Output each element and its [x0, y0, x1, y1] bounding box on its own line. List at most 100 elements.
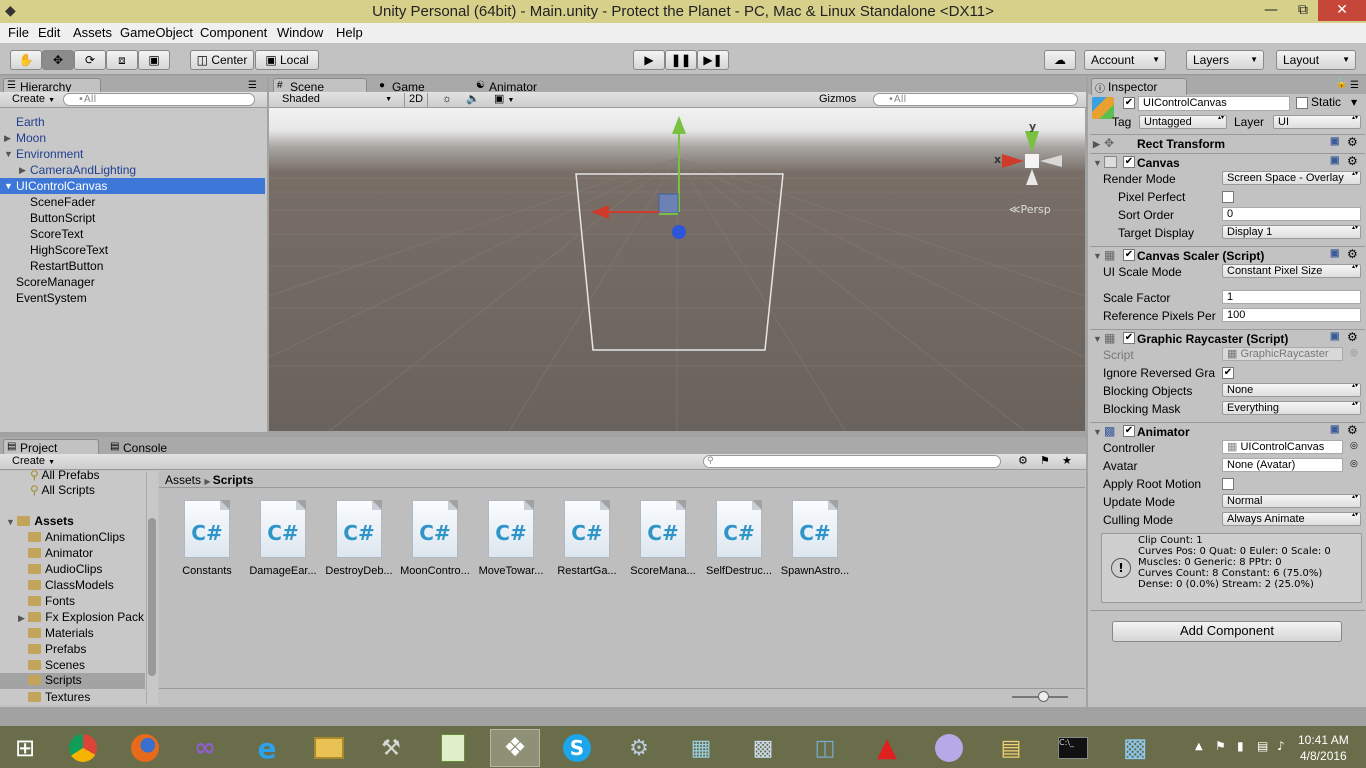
folder-classmodels[interactable]: ClassModels	[28, 578, 114, 592]
object-picker-icon[interactable]: ◎	[1350, 459, 1358, 469]
audio-toggle-icon[interactable]: 🔈	[462, 93, 482, 107]
apply-root-motion-checkbox[interactable]	[1222, 478, 1234, 490]
breadcrumb-scripts[interactable]: Scripts	[213, 473, 254, 487]
rect-transform-header[interactable]: ▶ ✥ Rect Transform ▣ ⚙	[1090, 134, 1365, 151]
add-component-button[interactable]: Add Component	[1112, 621, 1342, 642]
canvas-scaler-header[interactable]: ▼ ▦ ✔ Canvas Scaler (Script) ▣ ⚙	[1090, 246, 1365, 263]
collapse-arrow-icon[interactable]: ▼	[1093, 334, 1102, 344]
target-display-dropdown[interactable]: Display 1	[1222, 225, 1361, 239]
script-object-field[interactable]: ▦ GraphicRaycaster	[1222, 347, 1343, 361]
play-button[interactable]: ▶	[633, 50, 665, 70]
menu-assets[interactable]: Assets	[73, 25, 112, 40]
folder-audioclips[interactable]: AudioClips	[28, 562, 102, 576]
command-prompt-icon[interactable]: C:\_	[1048, 729, 1098, 767]
culling-mode-dropdown[interactable]: Always Animate	[1222, 512, 1361, 526]
minimize-button[interactable]: —	[1256, 0, 1286, 21]
object-picker-icon[interactable]: ◎	[1350, 348, 1358, 358]
network-icon[interactable]: ▤	[1257, 739, 1268, 753]
settings-gear-icon[interactable]: ⚙	[1347, 135, 1358, 149]
folder-materials[interactable]: Materials	[28, 626, 94, 640]
asset-constants[interactable]: C# Constants	[169, 500, 245, 577]
graphic-raycaster-enabled-checkbox[interactable]: ✔	[1123, 332, 1135, 344]
clock-date[interactable]: 4/8/2016	[1300, 749, 1347, 763]
object-name-field[interactable]: UIControlCanvas	[1138, 96, 1290, 111]
canvas-scaler-enabled-checkbox[interactable]: ✔	[1123, 249, 1135, 261]
pdf-reader-icon[interactable]: ▲	[862, 729, 912, 767]
canvas-header[interactable]: ▼ ✔ Canvas ▣ ⚙	[1090, 153, 1365, 170]
step-button[interactable]: ▶❚	[697, 50, 729, 70]
hierarchy-item-earth[interactable]: Earth	[0, 114, 267, 130]
collapse-arrow-icon[interactable]: ▼	[4, 146, 13, 162]
visual-studio-icon[interactable]: ∞	[180, 729, 230, 767]
animator-header[interactable]: ▼ ▩ ✔ Animator ▣ ⚙	[1090, 422, 1365, 439]
asset-spawnasteroids[interactable]: C# SpawnAstro...	[777, 500, 853, 577]
sort-order-field[interactable]: 0	[1222, 207, 1361, 221]
show-hidden-icons-icon[interactable]: ▲	[1195, 741, 1203, 752]
collapse-arrow-icon[interactable]: ▼	[1093, 158, 1102, 168]
folder-scripts[interactable]: Scripts	[0, 673, 145, 689]
panel-menu-icon[interactable]: ☰	[248, 80, 257, 91]
asset-restartgame[interactable]: C# RestartGa...	[549, 500, 625, 577]
project-search-input[interactable]: ⚲	[703, 455, 1001, 468]
account-dropdown[interactable]: Account ▼	[1084, 50, 1166, 70]
static-dropdown-icon[interactable]: ▼	[1351, 98, 1357, 107]
controller-field[interactable]: ▦ UIControlCanvas	[1222, 440, 1343, 454]
menu-edit[interactable]: Edit	[38, 25, 60, 40]
hierarchy-item-restartbutton[interactable]: RestartButton	[0, 258, 267, 274]
favorite-all-scripts[interactable]: ⚲ All Scripts	[30, 483, 95, 497]
ui-scale-mode-dropdown[interactable]: Constant Pixel Size	[1222, 264, 1361, 278]
shading-mode-dropdown[interactable]: Shaded ▼	[278, 93, 396, 107]
expand-arrow-icon[interactable]: ▶	[18, 613, 25, 623]
help-book-icon[interactable]: ▣	[1330, 248, 1339, 259]
help-book-icon[interactable]: ▣	[1330, 155, 1339, 166]
settings-gear-icon[interactable]: ⚙	[1347, 330, 1358, 344]
hierarchy-create-dropdown[interactable]: Create ▼	[8, 93, 58, 107]
pixel-perfect-checkbox[interactable]	[1222, 191, 1234, 203]
github-icon[interactable]	[924, 729, 974, 767]
folder-fonts[interactable]: Fonts	[28, 594, 75, 608]
settings-gear-icon[interactable]: ⚙	[1347, 247, 1358, 261]
asset-mooncontroller[interactable]: C# MoonContro...	[397, 500, 473, 577]
chrome-icon[interactable]	[58, 729, 108, 767]
maze-app-icon[interactable]: ▩	[1110, 729, 1160, 767]
layers-dropdown[interactable]: Layers ▼	[1186, 50, 1264, 70]
menu-file[interactable]: File	[8, 25, 29, 40]
folder-animationclips[interactable]: AnimationClips	[28, 530, 125, 544]
hierarchy-item-scenefader[interactable]: SceneFader	[0, 194, 267, 210]
collapse-arrow-icon[interactable]: ▼	[6, 517, 17, 527]
ignore-reversed-checkbox[interactable]: ✔	[1222, 367, 1234, 379]
hierarchy-item-moon[interactable]: ▶ Moon	[0, 130, 267, 146]
folder-prefabs[interactable]: Prefabs	[28, 642, 86, 656]
filter-type-icon[interactable]: ⚙	[1014, 455, 1032, 469]
expand-arrow-icon[interactable]: ▶	[4, 130, 11, 146]
tag-dropdown[interactable]: Untagged	[1139, 115, 1227, 129]
hierarchy-item-buttonscript[interactable]: ButtonScript	[0, 210, 267, 226]
internet-explorer-icon[interactable]: e	[242, 729, 292, 767]
restore-button[interactable]: ⧉	[1288, 0, 1318, 21]
documents-icon[interactable]: ▤	[986, 729, 1036, 767]
rotate-tool-icon[interactable]: ⟳	[74, 50, 106, 70]
hierarchy-item-scoremanager[interactable]: ScoreManager	[0, 274, 267, 290]
scale-factor-field[interactable]: 1	[1222, 290, 1361, 304]
lighting-toggle-icon[interactable]: ☼	[438, 93, 458, 107]
hierarchy-search-input[interactable]: •All	[63, 93, 255, 106]
clock-time[interactable]: 10:41 AM	[1298, 733, 1349, 747]
hierarchy-item-highscoretext[interactable]: HighScoreText	[0, 242, 267, 258]
close-button[interactable]: ✕	[1318, 0, 1366, 21]
folder-fx-explosion-pack[interactable]: ▶ Fx Explosion Pack	[18, 610, 145, 624]
notepad-plus-icon[interactable]	[428, 729, 478, 767]
remote-desktop-icon[interactable]: ▩	[738, 729, 788, 767]
hierarchy-item-environment[interactable]: ▼ Environment	[0, 146, 267, 162]
help-book-icon[interactable]: ▣	[1330, 424, 1339, 435]
expand-arrow-icon[interactable]: ▶	[19, 162, 26, 178]
update-mode-dropdown[interactable]: Normal	[1222, 494, 1361, 508]
help-book-icon[interactable]: ▣	[1330, 136, 1339, 147]
start-windows-icon[interactable]: ⊞	[0, 729, 50, 767]
asset-selfdestruct[interactable]: C# SelfDestruc...	[701, 500, 777, 577]
skype-icon[interactable]: S	[552, 729, 602, 767]
favorite-all-prefabs[interactable]: ⚲ All Prefabs	[30, 468, 100, 482]
pivot-center-button[interactable]: ◫ Center	[190, 50, 254, 70]
tools-icon[interactable]: ⚒	[366, 729, 416, 767]
2d-toggle-button[interactable]: 2D	[404, 93, 428, 107]
animator-enabled-checkbox[interactable]: ✔	[1123, 425, 1135, 437]
